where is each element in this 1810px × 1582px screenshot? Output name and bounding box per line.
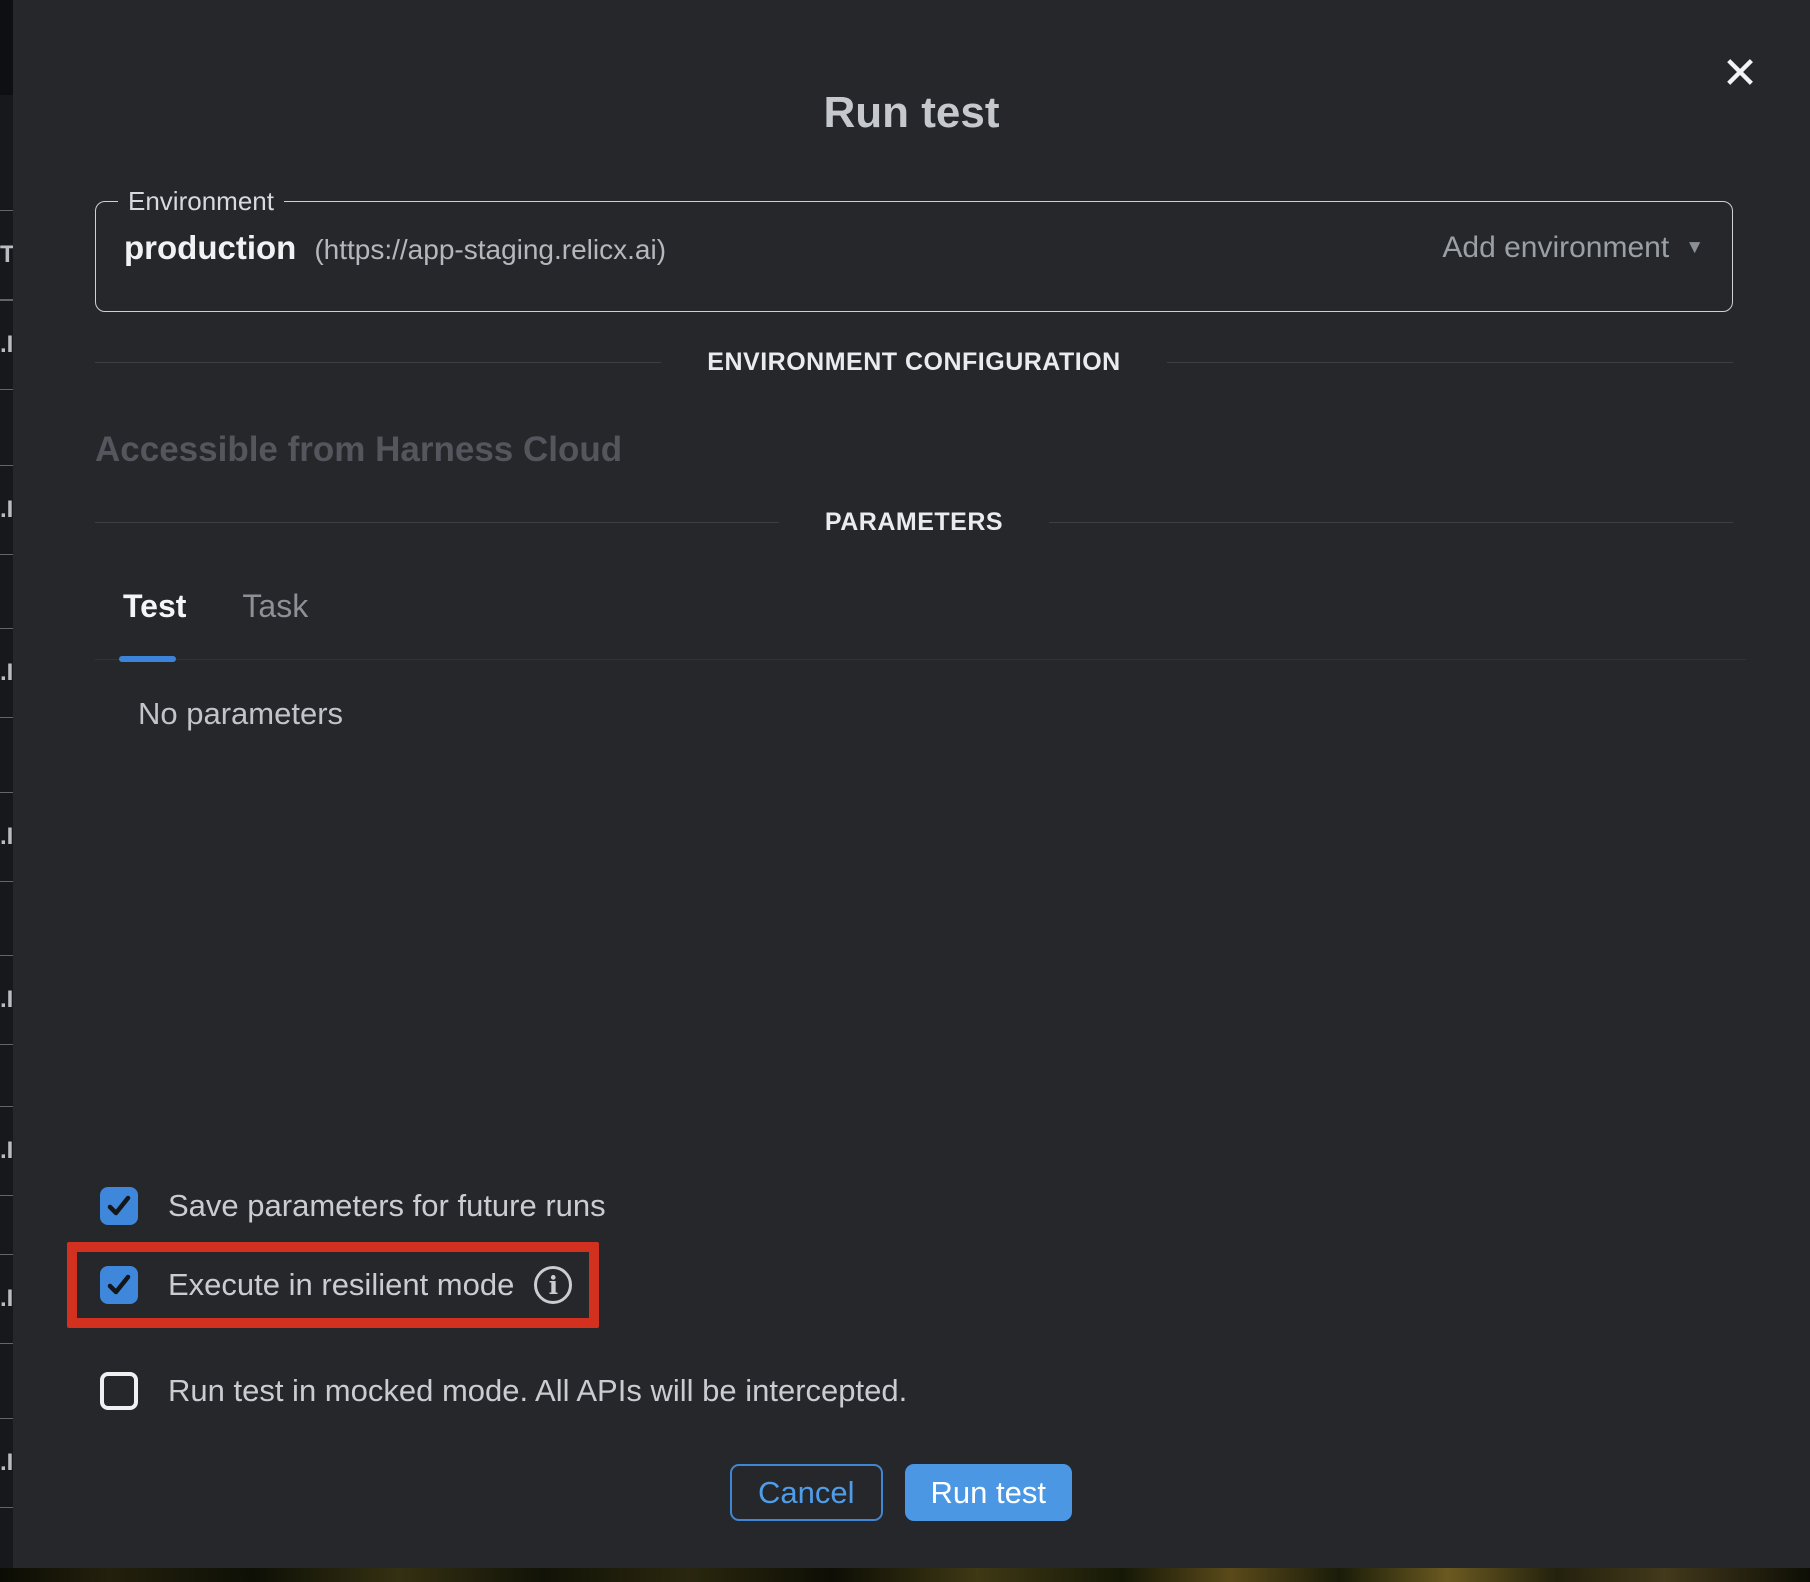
add-environment-label: Add environment (1442, 231, 1669, 265)
app-screen: T.I(.I(.I(.I(.I(.I(.I(.I( ✕ Run test Env… (0, 0, 1810, 1582)
tabs-divider (95, 655, 1746, 663)
resilient-mode-label: Execute in resilient mode (168, 1266, 514, 1304)
background-text-fragment: .I( (0, 955, 13, 1045)
no-parameters-text: No parameters (138, 696, 343, 732)
parameters-tabs: Test Task (123, 588, 308, 625)
background-text-fragment: .I( (0, 465, 13, 555)
background-text-fragment: .I( (0, 792, 13, 882)
cancel-button[interactable]: Cancel (730, 1464, 883, 1521)
resilient-mode-checkbox[interactable] (100, 1266, 138, 1304)
background-text-fragment: T (0, 210, 13, 300)
tabs-divider-line (95, 659, 1746, 660)
add-environment-dropdown[interactable]: Add environment ▼ (1442, 231, 1704, 265)
environment-legend: Environment (118, 186, 284, 217)
divider-line (1167, 362, 1733, 363)
environment-field[interactable]: Environment production (https://app-stag… (95, 186, 1733, 312)
environment-value: production (https://app-staging.relicx.a… (124, 229, 666, 267)
save-parameters-row: Save parameters for future runs (100, 1187, 606, 1225)
modal-title: Run test (13, 88, 1810, 138)
background-text-fragment: .I( (0, 628, 13, 718)
divider-line (95, 522, 779, 523)
environment-configuration-heading: ENVIRONMENT CONFIGURATION (707, 348, 1120, 377)
parameters-heading: PARAMETERS (825, 508, 1003, 537)
background-text-fragment: .I( (0, 1106, 13, 1196)
background-photo-sliver (0, 1568, 1810, 1582)
environment-url: (https://app-staging.relicx.ai) (314, 234, 666, 266)
background-page-header-sliver (0, 0, 13, 95)
active-tab-underline (119, 656, 176, 662)
divider-line (1049, 522, 1733, 523)
run-test-button[interactable]: Run test (905, 1464, 1072, 1521)
resilient-mode-row: Execute in resilient mode i (100, 1266, 572, 1304)
harness-cloud-note: Accessible from Harness Cloud (95, 430, 622, 470)
background-page-sliver: T.I(.I(.I(.I(.I(.I(.I(.I( (0, 0, 13, 1568)
tab-test[interactable]: Test (123, 588, 186, 625)
background-text-fragment: .I( (0, 1418, 13, 1508)
chevron-down-icon: ▼ (1685, 237, 1704, 259)
save-parameters-checkbox[interactable] (100, 1187, 138, 1225)
background-text-fragment: .I( (0, 1254, 13, 1344)
parameters-divider: PARAMETERS (95, 508, 1733, 536)
modal-footer: Cancel Run test (26, 1464, 1776, 1521)
mocked-mode-label: Run test in mocked mode. All APIs will b… (168, 1372, 907, 1410)
mocked-mode-row: Run test in mocked mode. All APIs will b… (100, 1372, 907, 1410)
divider-line (95, 362, 661, 363)
environment-configuration-divider: ENVIRONMENT CONFIGURATION (95, 348, 1733, 376)
run-test-modal: ✕ Run test Environment production (https… (13, 0, 1810, 1568)
mocked-mode-checkbox[interactable] (100, 1372, 138, 1410)
background-text-fragment: .I( (0, 300, 13, 390)
environment-name: production (124, 229, 296, 267)
info-icon[interactable]: i (534, 1266, 572, 1304)
tab-task[interactable]: Task (242, 588, 308, 625)
save-parameters-label: Save parameters for future runs (168, 1187, 606, 1225)
